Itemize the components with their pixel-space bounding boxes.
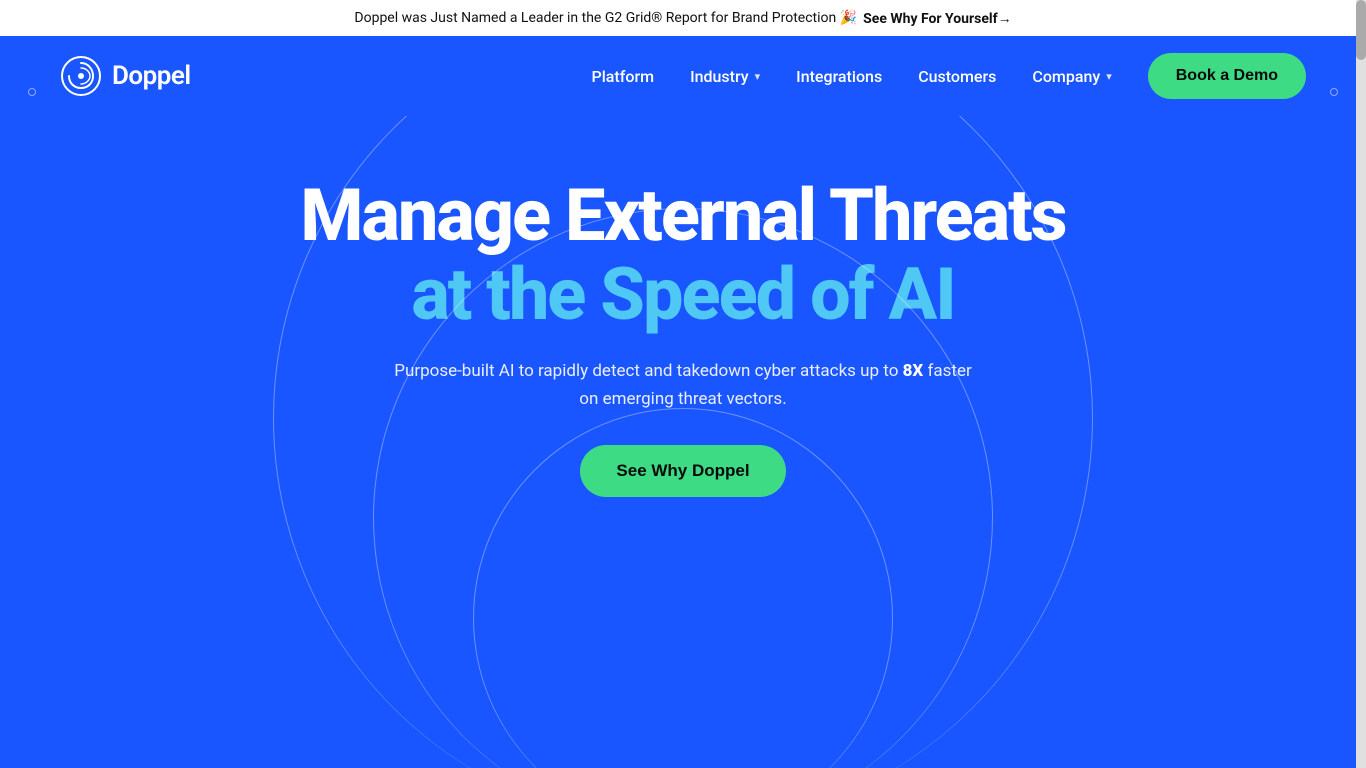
nav-item-company[interactable]: Company ▾ <box>1032 67 1111 86</box>
announcement-bar: Doppel was Just Named a Leader in the G2… <box>0 0 1366 36</box>
chevron-down-icon: ▾ <box>755 70 761 83</box>
nav-item-platform[interactable]: Platform <box>592 67 655 86</box>
navbar: Doppel Platform Industry ▾ Integrations … <box>0 36 1366 116</box>
announcement-cta[interactable]: See Why For Yourself→ <box>863 10 1011 27</box>
logo-icon <box>60 55 102 97</box>
scrollbar-track[interactable] <box>1356 0 1366 768</box>
scrollbar-thumb[interactable] <box>1356 0 1366 60</box>
nav-links: Platform Industry ▾ Integrations Custome… <box>592 53 1306 99</box>
nav-item-customers[interactable]: Customers <box>918 67 996 86</box>
nav-item-integrations[interactable]: Integrations <box>796 67 882 86</box>
chevron-down-icon-company: ▾ <box>1106 70 1112 83</box>
nav-item-industry[interactable]: Industry ▾ <box>690 67 760 86</box>
announcement-text: Doppel was Just Named a Leader in the G2… <box>354 10 857 26</box>
see-why-doppel-button[interactable]: See Why Doppel <box>580 445 785 497</box>
dot-left-decoration <box>28 88 36 96</box>
logo[interactable]: Doppel <box>60 55 191 97</box>
book-demo-button[interactable]: Book a Demo <box>1148 53 1306 99</box>
logo-text: Doppel <box>112 61 191 91</box>
hero-section: Manage External Threats at the Speed of … <box>0 116 1366 768</box>
dot-right-decoration <box>1330 88 1338 96</box>
